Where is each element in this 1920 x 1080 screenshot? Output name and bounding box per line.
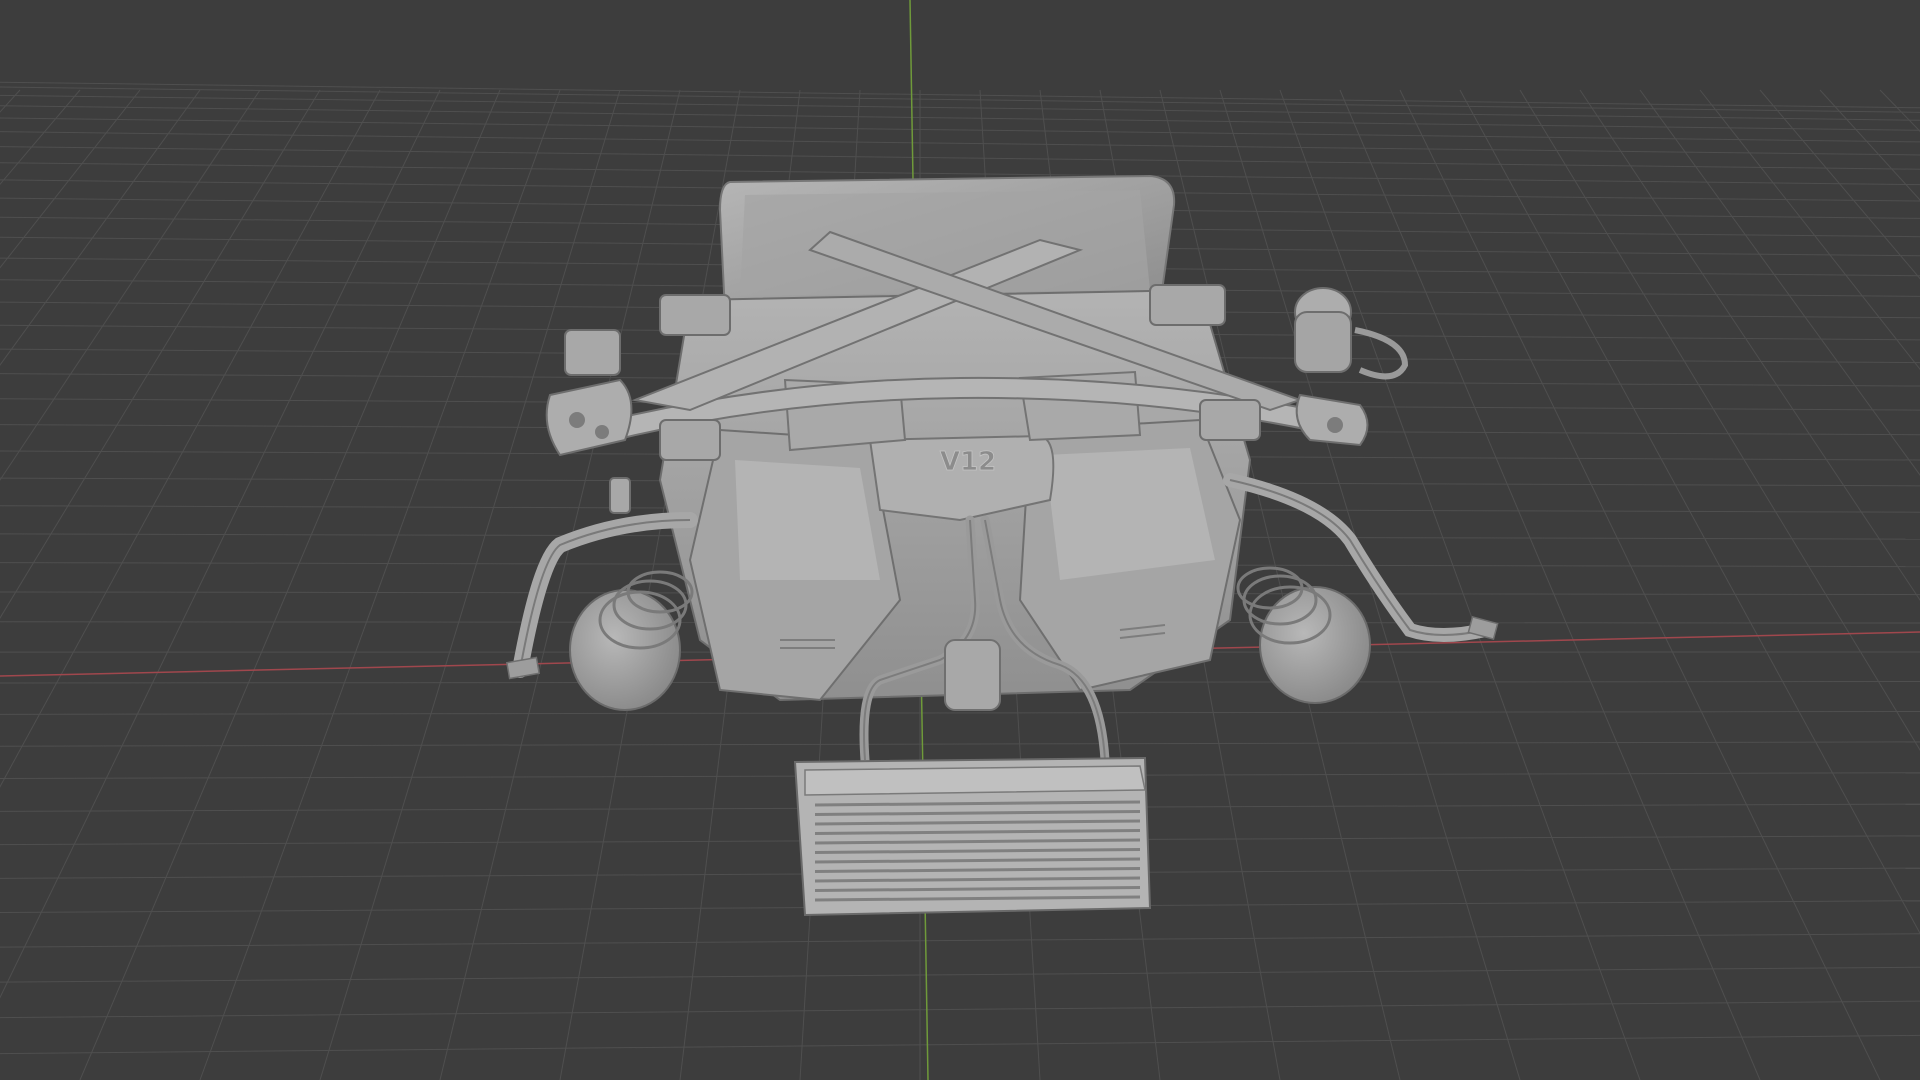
grid-line [1339,89,1761,1080]
grid-line [1759,89,1920,280]
grid-line [0,933,1920,948]
grid-line [0,86,1920,113]
grid-line [0,741,1920,747]
grid-line [0,94,1920,121]
grid-line [0,89,441,999]
grid-line [0,1000,1920,1019]
engine-model[interactable]: V12 [505,174,1499,917]
grid-line [1699,89,1920,371]
right-air-filter [1236,566,1371,704]
grid-line [319,89,621,1080]
grid-line [0,710,1920,715]
grid-line [0,81,1920,109]
oil-cap [944,639,1001,711]
coolant-reservoir [1294,287,1409,380]
grid-line [439,89,681,1080]
grid-line [1639,89,1920,476]
grid-line [1399,89,1881,1080]
viewport-canvas[interactable]: V12 [0,0,1920,1080]
grid-line [0,89,381,788]
grid-line [0,89,21,113]
grid-line [0,105,1920,131]
grid-line [0,966,1920,983]
grid-line [1579,89,1920,601]
3d-viewport[interactable]: V12 [0,0,1920,1080]
grid-line [1459,89,1920,935]
grid-line [0,117,1920,143]
grid-line [1279,89,1641,1080]
grid-line [0,89,81,186]
grid-line [0,1034,1920,1055]
grid-line [1519,89,1920,751]
grid-line [199,89,561,1080]
front-intercooler [793,756,1152,917]
grid-line [1819,89,1920,201]
v12-engraving: V12 [940,447,996,477]
